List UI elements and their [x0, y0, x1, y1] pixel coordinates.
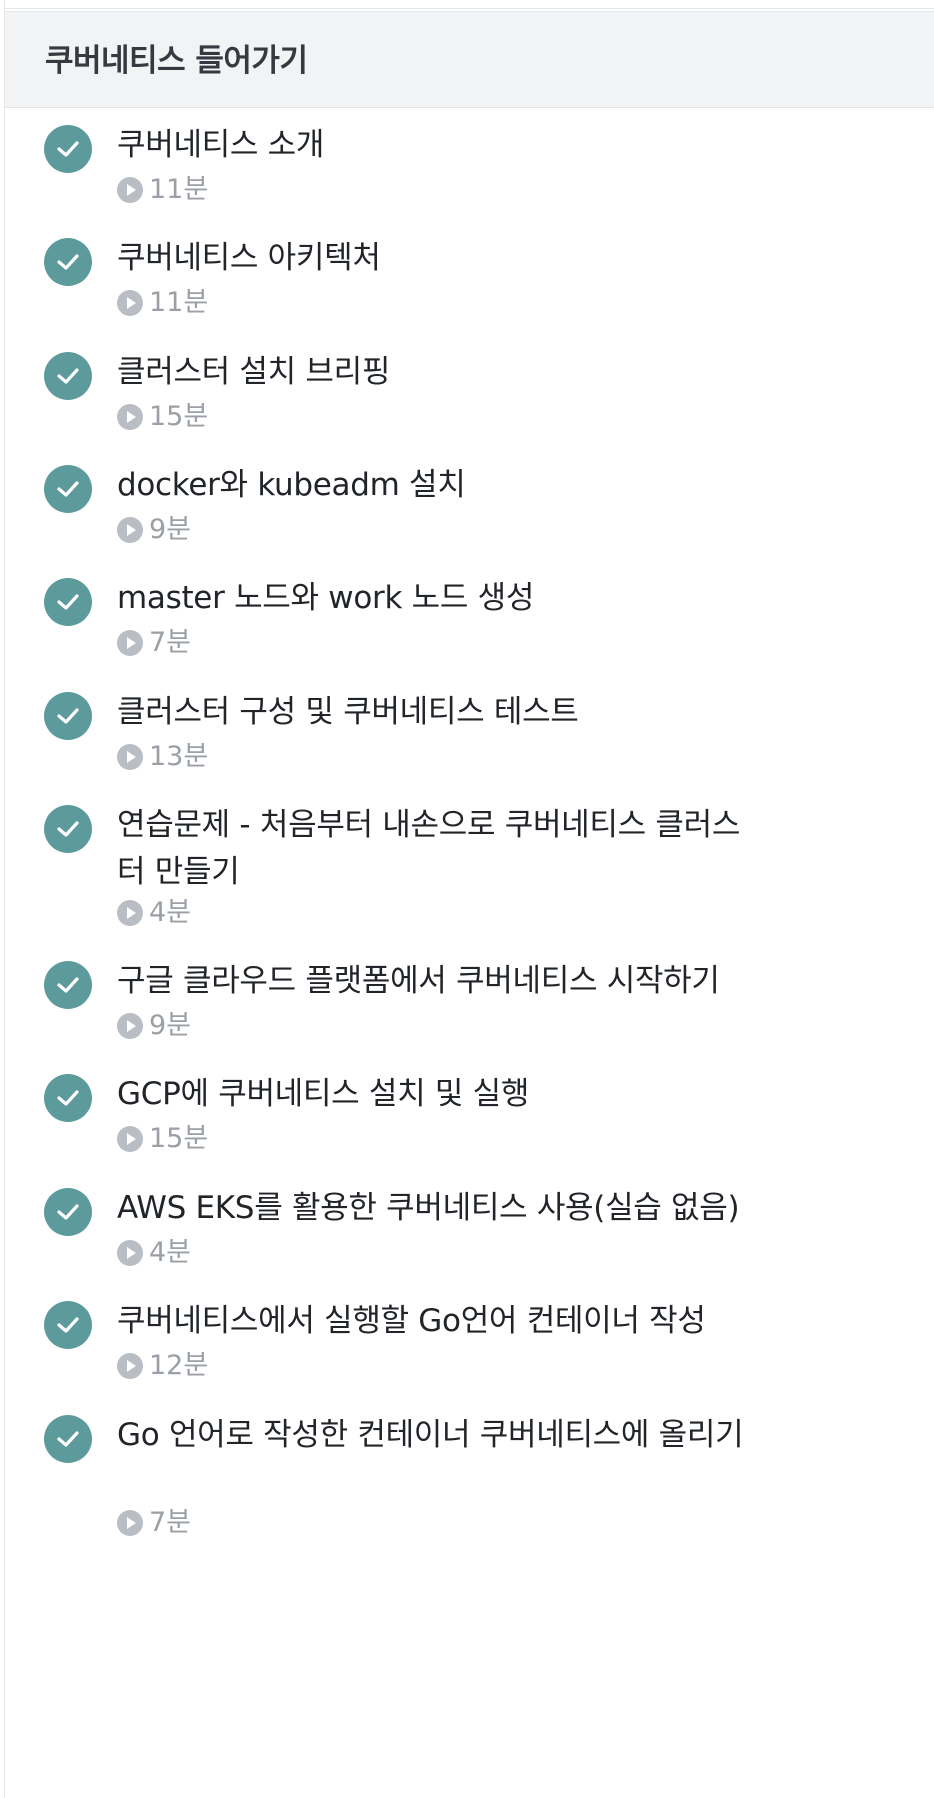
lesson-list: 쿠버네티스 소개 11분 쿠버네티스 아키텍처 11분 클러스터 설치 브리핑 [5, 108, 934, 1558]
play-circle-icon [117, 900, 143, 926]
play-circle-icon [117, 404, 143, 430]
lesson-meta: 9분 [117, 1011, 191, 1041]
lesson-meta: 11분 [117, 288, 208, 318]
play-circle-icon [117, 630, 143, 656]
check-circle-icon [44, 125, 92, 173]
lesson-duration: 12분 [149, 1350, 209, 1381]
check-circle-icon [44, 1074, 92, 1122]
play-circle-icon [117, 744, 143, 770]
lesson-item[interactable]: docker와 kubeadm 설치 9분 [5, 448, 934, 561]
play-circle-icon [117, 1126, 143, 1152]
section-title: 쿠버네티스 들어가기 [45, 43, 308, 79]
play-circle-icon [117, 1240, 143, 1266]
lesson-title: Go 언어로 작성한 컨테이너 쿠버네티스에 올리기 [117, 1417, 744, 1453]
lesson-title: docker와 kubeadm 설치 [117, 467, 466, 503]
lesson-item[interactable]: 클러스터 구성 및 쿠버네티스 테스트 13분 [5, 675, 934, 788]
lesson-title: AWS EKS를 활용한 쿠버네티스 사용(실습 없음) [117, 1190, 740, 1226]
lesson-title: master 노드와 work 노드 생성 [117, 580, 535, 616]
lesson-title: 쿠버네티스 소개 [117, 127, 325, 163]
lesson-duration: 4분 [149, 1237, 192, 1268]
lesson-meta: 7분 [117, 628, 191, 658]
lesson-duration: 9분 [149, 1010, 192, 1041]
lesson-title: 쿠버네티스에서 실행할 Go언어 컨테이너 작성 [117, 1303, 706, 1339]
lesson-meta: 12분 [117, 1351, 208, 1381]
lesson-meta: 11분 [117, 175, 208, 205]
curriculum-panel: 쿠버네티스 들어가기 쿠버네티스 소개 11분 쿠버네티스 아키텍처 11분 클… [4, 0, 934, 1798]
play-circle-icon [117, 1013, 143, 1039]
lesson-title: 클러스터 설치 브리핑 [117, 354, 391, 390]
lesson-meta: 15분 [117, 402, 208, 432]
lesson-duration: 7분 [149, 1507, 192, 1538]
lesson-item[interactable]: GCP에 쿠버네티스 설치 및 실행 15분 [5, 1057, 934, 1171]
lesson-title: 연습문제 - 처음부터 내손으로 쿠버네티스 클러스터 만들기 [117, 807, 741, 890]
lesson-title: 클러스터 구성 및 쿠버네티스 테스트 [117, 694, 579, 730]
play-circle-icon [117, 517, 143, 543]
lesson-meta: 4분 [117, 898, 191, 928]
play-circle-icon [117, 177, 143, 203]
lesson-duration: 15분 [149, 401, 209, 432]
lesson-duration: 11분 [149, 287, 209, 318]
lesson-meta: 13분 [117, 742, 208, 772]
lesson-duration: 9분 [149, 514, 192, 545]
lesson-item[interactable]: 연습문제 - 처음부터 내손으로 쿠버네티스 클러스터 만들기 4분 [5, 788, 934, 944]
lesson-title: 쿠버네티스 아키텍처 [117, 240, 381, 276]
check-circle-icon [44, 465, 92, 513]
check-circle-icon [44, 1415, 92, 1463]
lesson-item[interactable]: 쿠버네티스 아키텍처 11분 [5, 221, 934, 335]
check-circle-icon [44, 805, 92, 853]
check-circle-icon [44, 578, 92, 626]
lesson-meta: 4분 [117, 1238, 191, 1268]
play-circle-icon [117, 1510, 143, 1536]
lesson-item[interactable]: 쿠버네티스 소개 11분 [5, 108, 934, 221]
lesson-item[interactable]: Go 언어로 작성한 컨테이너 쿠버네티스에 올리기 7분 [5, 1398, 934, 1558]
check-circle-icon [44, 692, 92, 740]
lesson-meta: 9분 [117, 515, 191, 545]
lesson-meta: 15분 [117, 1124, 208, 1154]
top-divider [5, 0, 934, 9]
lesson-duration: 15분 [149, 1123, 209, 1154]
lesson-item[interactable]: AWS EKS를 활용한 쿠버네티스 사용(실습 없음) 4분 [5, 1171, 934, 1284]
section-header[interactable]: 쿠버네티스 들어가기 [5, 11, 934, 108]
play-circle-icon [117, 1353, 143, 1379]
lesson-duration: 13분 [149, 741, 209, 772]
check-circle-icon [44, 238, 92, 286]
check-circle-icon [44, 1188, 92, 1236]
lesson-item[interactable]: 클러스터 설치 브리핑 15분 [5, 335, 934, 448]
check-circle-icon [44, 961, 92, 1009]
lesson-duration: 4분 [149, 897, 192, 928]
play-circle-icon [117, 290, 143, 316]
lesson-duration: 7분 [149, 627, 192, 658]
lesson-meta: 7분 [117, 1508, 191, 1538]
lesson-duration: 11분 [149, 174, 209, 205]
check-circle-icon [44, 1301, 92, 1349]
lesson-item[interactable]: master 노드와 work 노드 생성 7분 [5, 561, 934, 675]
lesson-title: 구글 클라우드 플랫폼에서 쿠버네티스 시작하기 [117, 963, 720, 999]
check-circle-icon [44, 352, 92, 400]
lesson-item[interactable]: 구글 클라우드 플랫폼에서 쿠버네티스 시작하기 9분 [5, 944, 934, 1057]
lesson-title: GCP에 쿠버네티스 설치 및 실행 [117, 1076, 530, 1112]
lesson-item[interactable]: 쿠버네티스에서 실행할 Go언어 컨테이너 작성 12분 [5, 1284, 934, 1398]
